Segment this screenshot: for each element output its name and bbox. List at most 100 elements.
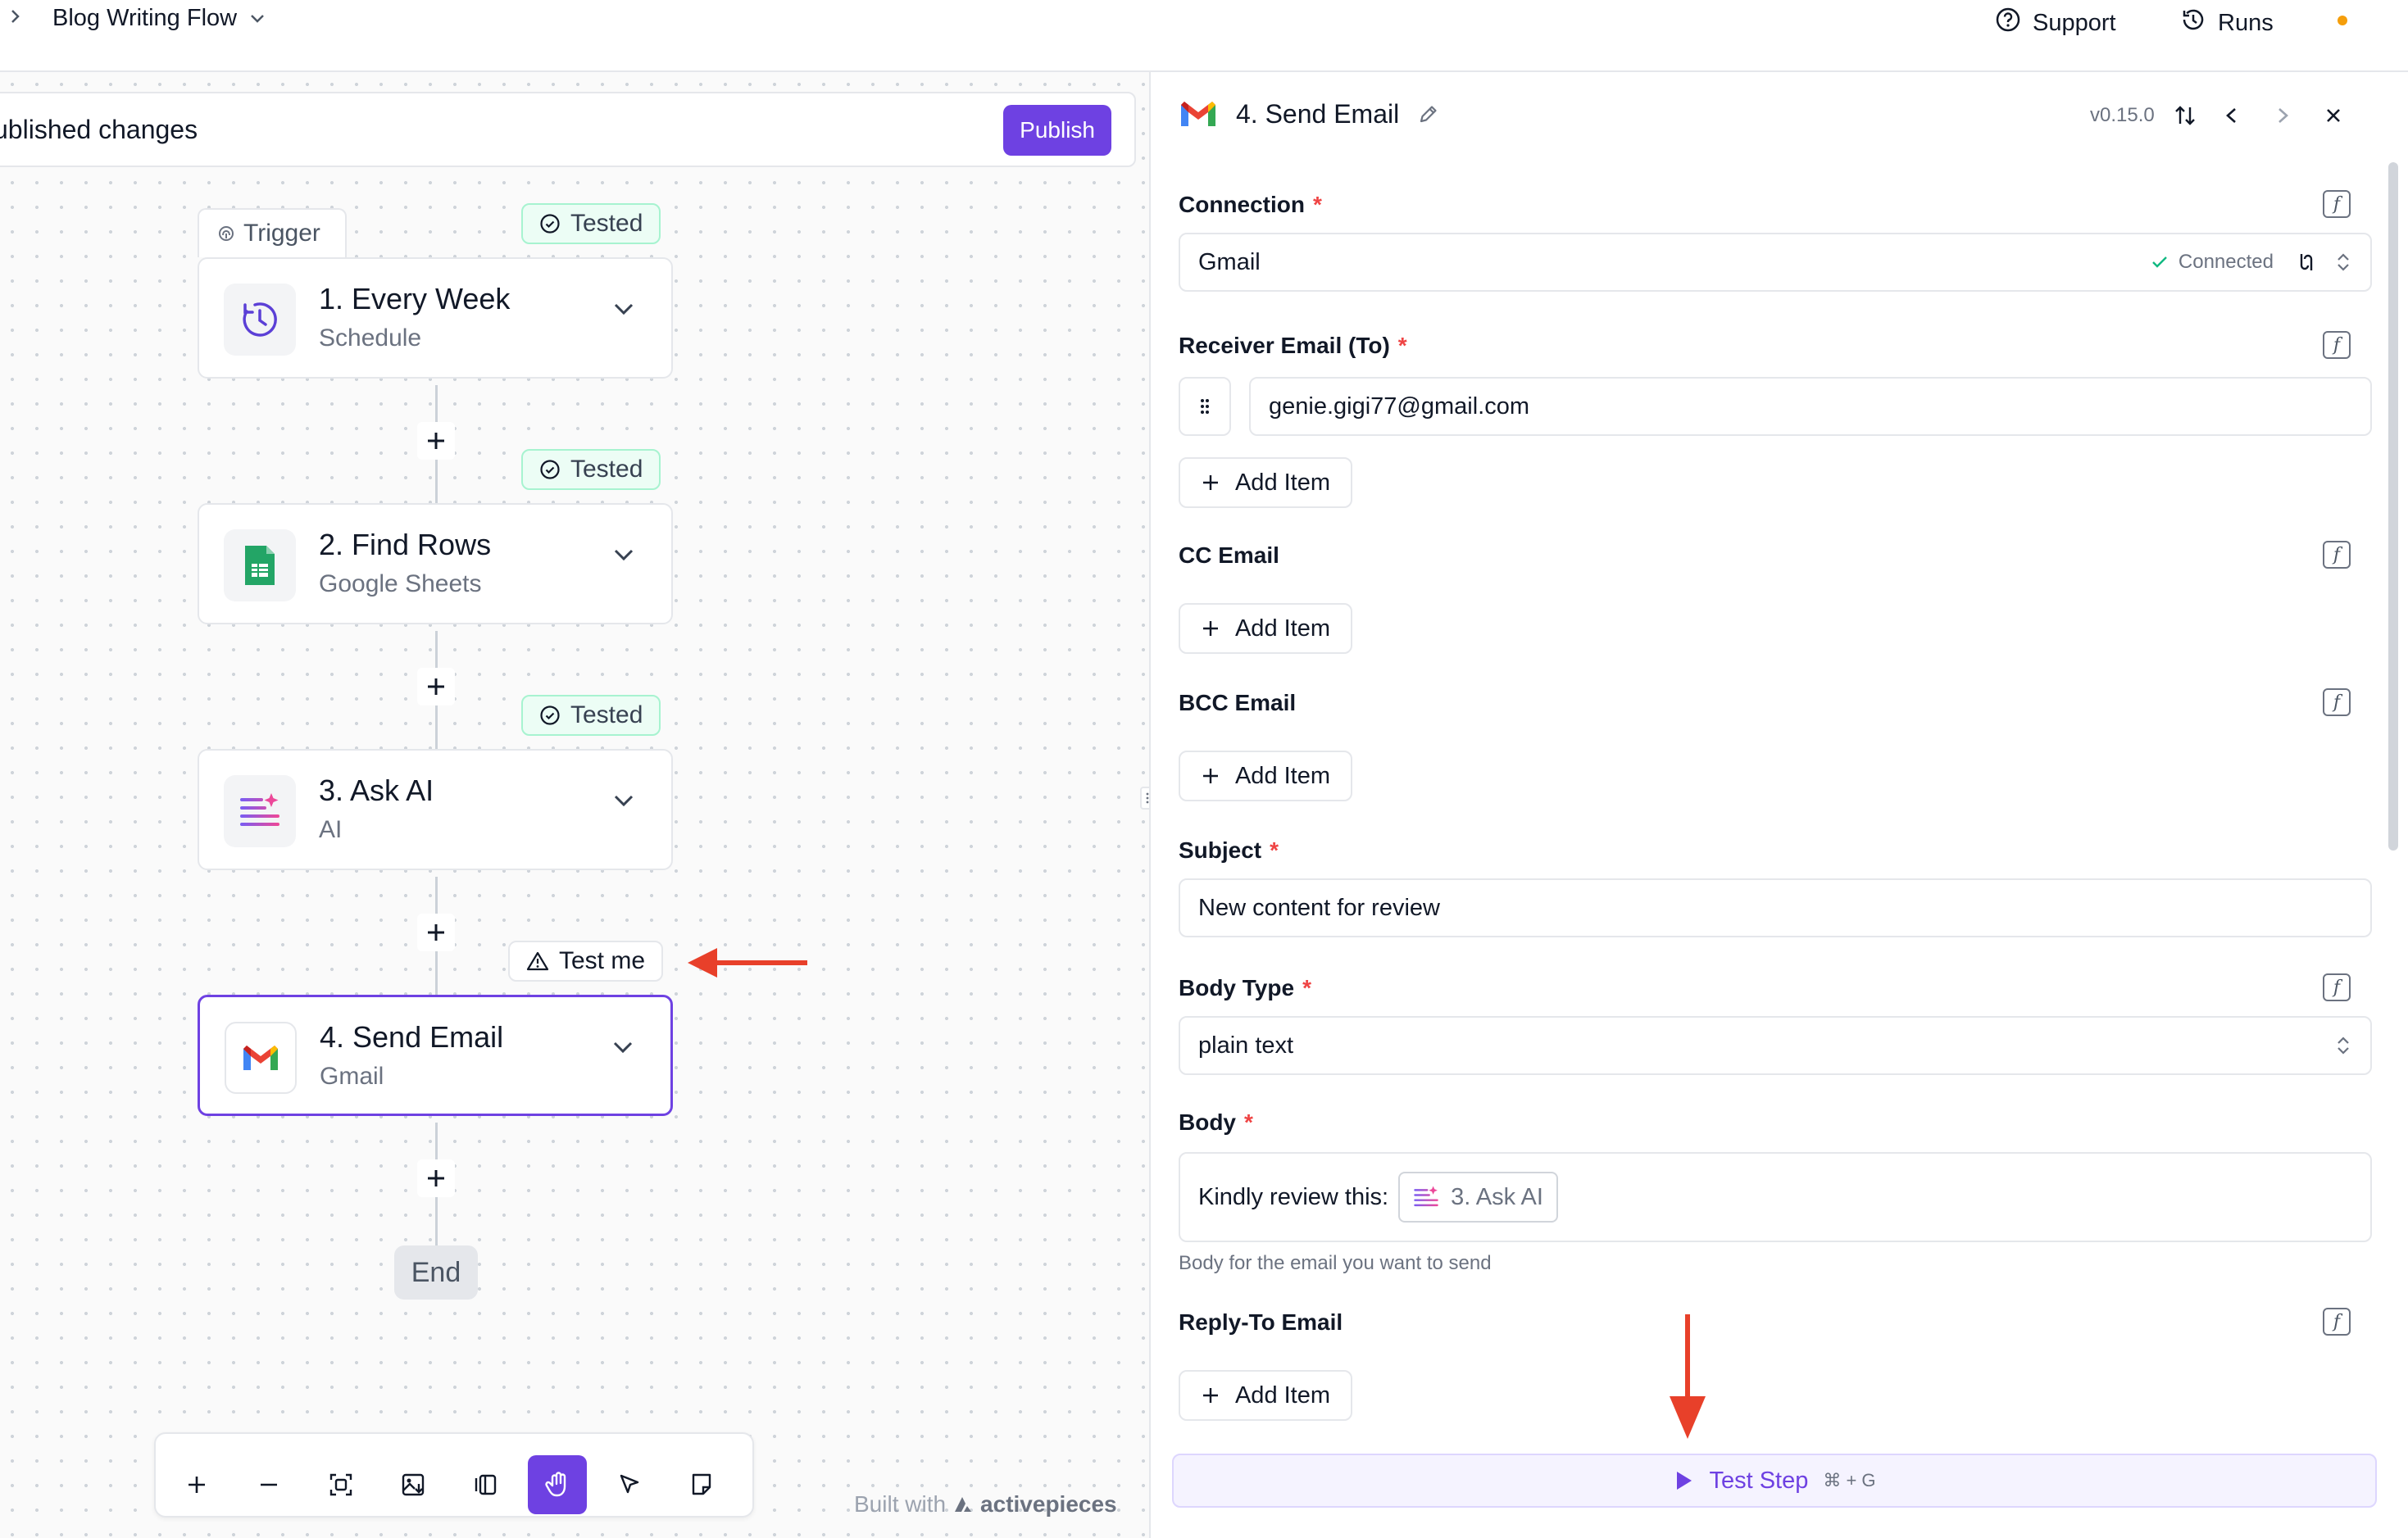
dynamic-value-toggle-icon[interactable]: f <box>2323 1308 2351 1336</box>
play-icon <box>1677 1472 1692 1490</box>
dynamic-value-toggle-icon[interactable]: f <box>2323 190 2351 218</box>
status-label: Tested <box>570 701 643 728</box>
chip-label: 3. Ask AI <box>1451 1183 1543 1210</box>
required-marker: * <box>1302 975 1311 1000</box>
add-reply-to-button[interactable]: Add Item <box>1179 1370 1352 1421</box>
field-label: Subject * <box>1179 837 1279 864</box>
reconnect-icon[interactable] <box>2295 251 2318 274</box>
add-item-label: Add Item <box>1234 762 1331 789</box>
add-cc-button[interactable]: Add Item <box>1179 603 1352 654</box>
step-reference-chip[interactable]: 3. Ask AI <box>1398 1172 1558 1223</box>
fingerprint-icon <box>219 226 234 241</box>
toggle-minimap-button[interactable] <box>456 1455 515 1514</box>
subject-input[interactable]: New content for review <box>1179 878 2372 937</box>
zoom-in-button[interactable] <box>167 1455 226 1514</box>
chevron-down-icon[interactable] <box>612 547 635 562</box>
panel-title[interactable]: 4. Send Email <box>1236 99 1399 129</box>
test-step-button[interactable]: Test Step ⌘ + G <box>1172 1454 2377 1508</box>
dynamic-value-toggle-icon[interactable]: f <box>2323 688 2351 716</box>
plus-icon <box>428 433 444 449</box>
add-receiver-button[interactable]: Add Item <box>1179 457 1352 508</box>
chevron-down-icon[interactable] <box>248 5 266 32</box>
chevron-left-icon[interactable] <box>2215 103 2248 128</box>
dynamic-value-toggle-icon[interactable]: f <box>2323 331 2351 359</box>
add-item-label: Add Item <box>1234 1381 1331 1409</box>
panel-header-controls: v0.15.0 <box>2090 103 2350 128</box>
breadcrumb[interactable]: Blog Writing Flow <box>8 5 266 32</box>
add-step-button[interactable] <box>417 914 455 951</box>
runs-label: Runs <box>2218 9 2274 36</box>
add-step-button[interactable] <box>417 422 455 460</box>
connection-value: Gmail <box>1198 248 1261 275</box>
dynamic-value-toggle-icon[interactable]: f <box>2323 541 2351 569</box>
version-label[interactable]: v0.15.0 <box>2090 104 2155 127</box>
fit-view-icon <box>329 1473 352 1496</box>
export-image-button[interactable] <box>384 1455 443 1514</box>
panels-icon <box>475 1474 497 1495</box>
cursor-icon <box>620 1474 639 1494</box>
close-icon[interactable] <box>2317 103 2350 128</box>
add-step-button[interactable] <box>417 668 455 705</box>
required-marker: * <box>1313 192 1322 217</box>
tested-badge: Tested <box>521 203 661 244</box>
flow-step-send-email[interactable]: 4. Send Email Gmail <box>198 995 673 1116</box>
panel-header: 4. Send Email <box>1179 98 1440 129</box>
field-label: Receiver Email (To) * <box>1179 333 1407 359</box>
required-marker: * <box>1397 333 1407 358</box>
chevron-right-icon[interactable] <box>2266 103 2299 128</box>
add-bcc-button[interactable]: Add Item <box>1179 751 1352 801</box>
connection-select[interactable]: Gmail Connected <box>1179 233 2372 292</box>
tested-badge: Tested <box>521 695 661 736</box>
body-type-value: plain text <box>1198 1032 1294 1059</box>
body-label: Body <box>1179 1109 1236 1135</box>
receiver-label: Receiver Email (To) <box>1179 333 1390 358</box>
test-step-label: Test Step <box>1709 1467 1809 1494</box>
plus-icon <box>428 678 444 695</box>
gmail-icon <box>1181 102 1215 126</box>
add-step-button[interactable] <box>417 1159 455 1197</box>
status-label: Test me <box>559 947 646 974</box>
status-label: Tested <box>570 456 643 483</box>
annotation-arrow-icon <box>1670 1314 1706 1439</box>
fit-view-button[interactable] <box>311 1455 370 1514</box>
pan-mode-button[interactable] <box>528 1455 587 1514</box>
chevron-down-icon[interactable] <box>612 302 635 316</box>
step-title: 2. Find Rows <box>319 528 492 561</box>
bcc-label: BCC Email <box>1179 690 1297 715</box>
body-type-select[interactable]: plain text <box>1179 1016 2372 1075</box>
runs-button[interactable]: Runs <box>2180 7 2274 39</box>
field-label: Body * <box>1179 1109 1253 1136</box>
step-subtitle: Google Sheets <box>319 570 482 597</box>
chevron-up-down-icon <box>2338 1037 2349 1055</box>
publish-button[interactable]: Publish <box>1003 105 1111 156</box>
flow-step-every-week[interactable]: 1. Every Week Schedule <box>198 257 673 379</box>
flow-step-ask-ai[interactable]: 3. Ask AI AI <box>198 749 673 870</box>
swap-vertical-icon[interactable] <box>2173 103 2197 128</box>
dynamic-value-toggle-icon[interactable]: f <box>2323 973 2351 1001</box>
body-help-text: Body for the email you want to send <box>1179 1252 1492 1274</box>
body-input[interactable]: Kindly review this: 3. Ask AI <box>1179 1152 2372 1242</box>
drag-handle[interactable] <box>1179 377 1231 436</box>
chevron-down-icon[interactable] <box>612 793 635 808</box>
test-me-badge[interactable]: Test me <box>508 941 664 982</box>
canvas-toolbar <box>154 1432 754 1518</box>
select-mode-button[interactable] <box>600 1455 659 1514</box>
required-marker: * <box>1244 1109 1253 1135</box>
step-title: 3. Ask AI <box>319 774 434 807</box>
flow-step-find-rows[interactable]: 2. Find Rows Google Sheets <box>198 503 673 624</box>
flow-name[interactable]: Blog Writing Flow <box>52 5 237 32</box>
connection-status: Connected <box>2178 251 2274 273</box>
panel-scrollbar[interactable] <box>2388 162 2398 851</box>
zoom-out-button[interactable] <box>239 1455 298 1514</box>
chevron-down-icon[interactable] <box>611 1040 634 1055</box>
receiver-email-input[interactable]: genie.gigi77@gmail.com <box>1249 377 2372 436</box>
pencil-icon[interactable] <box>1417 102 1440 125</box>
field-label: Connection * <box>1179 192 1322 218</box>
add-item-label: Add Item <box>1234 469 1331 496</box>
built-with-footer[interactable]: Built with activepieces <box>854 1491 1117 1518</box>
notification-dot[interactable] <box>2338 16 2347 25</box>
flow-canvas[interactable]: ublished changes Publish Trigger Tested … <box>0 72 1149 1538</box>
help-circle-icon <box>1995 7 2021 39</box>
support-button[interactable]: Support <box>1995 7 2116 39</box>
add-note-button[interactable] <box>672 1455 731 1514</box>
